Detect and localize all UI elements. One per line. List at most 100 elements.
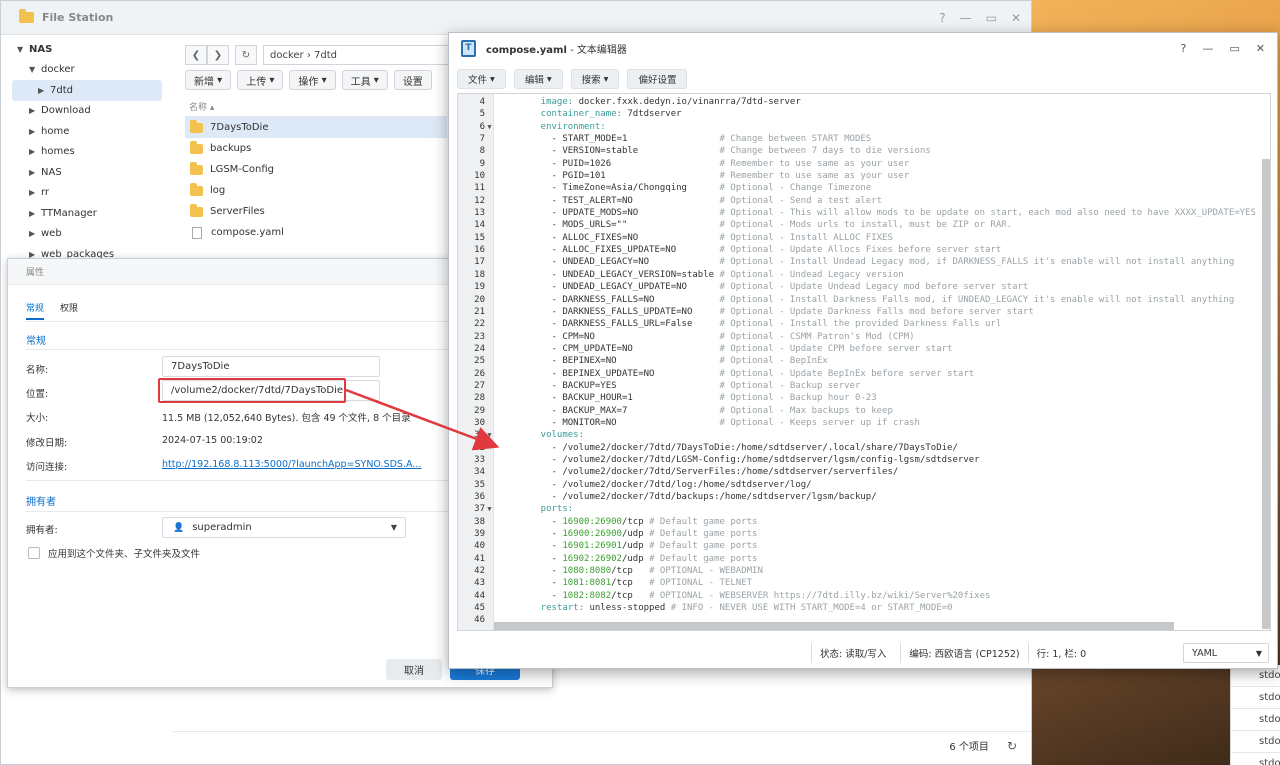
code-line[interactable]: 20 - DARKNESS_FALLS=NO # Optional - Inst… bbox=[458, 294, 1270, 306]
code-editor[interactable]: 4 image: docker.fxxk.dedyn.io/vinanrra/7… bbox=[457, 93, 1271, 631]
sidebar-item-docker[interactable]: ▼ docker bbox=[1, 60, 173, 81]
fold-arrow-icon[interactable]: ▼ bbox=[485, 429, 494, 441]
refresh-button[interactable]: ↻ bbox=[235, 45, 257, 65]
sidebar-item-nas[interactable]: ▼ NAS bbox=[1, 39, 173, 60]
code-line[interactable]: 39 - 16900:26900/udp # Default game port… bbox=[458, 528, 1270, 540]
code-line[interactable]: 8 - VERSION=stable # Change between 7 da… bbox=[458, 145, 1270, 157]
code-line[interactable]: 32 - /volume2/docker/7dtd/7DaysToDie:/ho… bbox=[458, 442, 1270, 454]
code-line[interactable]: 5 container_name: 7dtdserver bbox=[458, 108, 1270, 120]
minimize-icon[interactable]: — bbox=[960, 11, 972, 25]
collapsed-arrow-icon[interactable]: ▶ bbox=[29, 209, 41, 218]
code-line[interactable]: 26 - BEPINEX_UPDATE=NO # Optional - Upda… bbox=[458, 368, 1270, 380]
code-line[interactable]: 38 - 16900:26900/tcp # Default game port… bbox=[458, 516, 1270, 528]
apply-recursive-option[interactable]: 应用到这个文件夹、子文件夹及文件 bbox=[28, 546, 200, 560]
help-icon[interactable]: ? bbox=[939, 11, 945, 25]
refresh-icon[interactable]: ↻ bbox=[1007, 739, 1017, 753]
code-line[interactable]: 45 restart: unless-stopped # INFO - NEVE… bbox=[458, 602, 1270, 614]
code-line[interactable]: 43 - 1081:8081/tcp # OPTIONAL - TELNET bbox=[458, 577, 1270, 589]
close-icon[interactable]: ✕ bbox=[1256, 42, 1265, 55]
code-line[interactable]: 44 - 1082:8082/tcp # OPTIONAL - WEBSERVE… bbox=[458, 590, 1270, 602]
code-line[interactable]: 4 image: docker.fxxk.dedyn.io/vinanrra/7… bbox=[458, 96, 1270, 108]
collapsed-arrow-icon[interactable]: ▶ bbox=[29, 127, 41, 136]
fold-arrow-icon[interactable]: ▼ bbox=[485, 503, 494, 515]
sidebar-item-web[interactable]: ▶ web bbox=[1, 224, 173, 245]
code-line[interactable]: 23 - CPM=NO # Optional - CSMM Patron's M… bbox=[458, 331, 1270, 343]
list-item[interactable]: 7DaysToDie bbox=[185, 117, 447, 138]
collapsed-arrow-icon[interactable]: ▶ bbox=[29, 106, 41, 115]
sidebar-item-homes[interactable]: ▶ homes bbox=[1, 142, 173, 163]
code-line[interactable]: 28 - BACKUP_HOUR=1 # Optional - Backup h… bbox=[458, 392, 1270, 404]
horizontal-scrollbar[interactable] bbox=[494, 622, 1174, 630]
code-line[interactable]: 42 - 1080:8080/tcp # OPTIONAL - WEBADMIN bbox=[458, 565, 1270, 577]
sidebar-item-ttmanager[interactable]: ▶ TTManager bbox=[1, 203, 173, 224]
close-icon[interactable]: ✕ bbox=[1011, 11, 1021, 25]
upload-button[interactable]: 上传 ▾ bbox=[237, 70, 284, 90]
menu-edit[interactable]: 编辑 ▾ bbox=[513, 69, 563, 89]
tab-permissions[interactable]: 权限 bbox=[60, 301, 78, 320]
sidebar-item-rr[interactable]: ▶ rr bbox=[1, 183, 173, 204]
code-line[interactable]: 37 ▼ ports: bbox=[458, 503, 1270, 515]
code-line[interactable]: 13 - UPDATE_MODS=NO # Optional - This wi… bbox=[458, 207, 1270, 219]
code-line[interactable]: 41 - 16902:26902/udp # Default game port… bbox=[458, 553, 1270, 565]
maximize-icon[interactable]: ▭ bbox=[1229, 42, 1239, 55]
code-line[interactable]: 30 - MONITOR=NO # Optional - Keeps serve… bbox=[458, 417, 1270, 429]
code-line[interactable]: 36 - /volume2/docker/7dtd/backups:/home/… bbox=[458, 491, 1270, 503]
list-item[interactable]: backups bbox=[185, 138, 447, 159]
fold-arrow-icon[interactable]: ▼ bbox=[485, 121, 494, 133]
new-button[interactable]: 新增 ▾ bbox=[185, 70, 232, 90]
back-button[interactable]: ❮ bbox=[185, 45, 207, 65]
code-line[interactable]: 7 - START_MODE=1 # Change between START … bbox=[458, 133, 1270, 145]
menu-search[interactable]: 搜索 ▾ bbox=[570, 69, 620, 89]
collapsed-arrow-icon[interactable]: ▶ bbox=[29, 147, 41, 156]
action-button[interactable]: 操作 ▾ bbox=[289, 70, 336, 90]
forward-button[interactable]: ❯ bbox=[207, 45, 229, 65]
code-content[interactable]: 4 image: docker.fxxk.dedyn.io/vinanrra/7… bbox=[458, 96, 1270, 627]
name-input[interactable]: 7DaysToDie bbox=[162, 356, 380, 377]
list-item[interactable]: ServerFiles bbox=[185, 201, 447, 222]
access-link[interactable]: http://192.168.8.113:5000/?launchApp=SYN… bbox=[162, 459, 421, 470]
menu-preferences[interactable]: 偏好设置 bbox=[627, 69, 688, 89]
minimize-icon[interactable]: — bbox=[1202, 42, 1213, 55]
sidebar-item-7dtd[interactable]: ▶ 7dtd bbox=[12, 80, 162, 101]
syntax-select[interactable]: YAML ▼ bbox=[1183, 643, 1269, 663]
code-line[interactable]: 17 - UNDEAD_LEGACY=NO # Optional - Insta… bbox=[458, 256, 1270, 268]
code-line[interactable]: 9 - PUID=1026 # Remember to use same as … bbox=[458, 158, 1270, 170]
collapsed-arrow-icon[interactable]: ▶ bbox=[29, 188, 41, 197]
list-item[interactable]: compose.yaml bbox=[185, 222, 447, 243]
code-line[interactable]: 6 ▼ environment: bbox=[458, 121, 1270, 133]
collapsed-arrow-icon[interactable]: ▶ bbox=[29, 168, 41, 177]
code-line[interactable]: 40 - 16901:26901/udp # Default game port… bbox=[458, 540, 1270, 552]
breadcrumb[interactable]: docker › 7dtd bbox=[263, 45, 463, 65]
owner-select[interactable]: 👤 superadmin ▼ bbox=[162, 517, 406, 538]
sidebar-item-nas[interactable]: ▶ NAS bbox=[1, 162, 173, 183]
code-line[interactable]: 18 - UNDEAD_LEGACY_VERSION=stable # Opti… bbox=[458, 269, 1270, 281]
code-line[interactable]: 35 - /volume2/docker/7dtd/log:/home/sdtd… bbox=[458, 479, 1270, 491]
expanded-arrow-icon[interactable]: ▼ bbox=[17, 45, 29, 54]
code-line[interactable]: 27 - BACKUP=YES # Optional - Backup serv… bbox=[458, 380, 1270, 392]
vertical-scrollbar[interactable] bbox=[1262, 159, 1270, 629]
list-item[interactable]: log bbox=[185, 180, 447, 201]
apply-checkbox[interactable] bbox=[28, 547, 40, 559]
column-header-name[interactable]: 名称 ▴ bbox=[185, 97, 447, 117]
code-line[interactable]: 34 - /volume2/docker/7dtd/ServerFiles:/h… bbox=[458, 466, 1270, 478]
expanded-arrow-icon[interactable]: ▼ bbox=[29, 65, 41, 74]
list-item[interactable]: LGSM-Config bbox=[185, 159, 447, 180]
code-line[interactable]: 21 - DARKNESS_FALLS_UPDATE=NO # Optional… bbox=[458, 306, 1270, 318]
code-line[interactable]: 15 - ALLOC_FIXES=NO # Optional - Install… bbox=[458, 232, 1270, 244]
collapsed-arrow-icon[interactable]: ▶ bbox=[38, 86, 50, 95]
code-line[interactable]: 29 - BACKUP_MAX=7 # Optional - Max backu… bbox=[458, 405, 1270, 417]
code-line[interactable]: 25 - BEPINEX=NO # Optional - BepInEx bbox=[458, 355, 1270, 367]
tab-general[interactable]: 常规 bbox=[26, 301, 45, 320]
code-line[interactable]: 11 - TimeZone=Asia/Chongqing # Optional … bbox=[458, 182, 1270, 194]
code-line[interactable]: 24 - CPM_UPDATE=NO # Optional - Update C… bbox=[458, 343, 1270, 355]
sidebar-item-download[interactable]: ▶ Download bbox=[1, 101, 173, 122]
settings-button[interactable]: 设置 bbox=[393, 70, 432, 90]
menu-file[interactable]: 文件 ▾ bbox=[457, 69, 506, 89]
help-icon[interactable]: ? bbox=[1181, 42, 1187, 55]
code-line[interactable]: 19 - UNDEAD_LEGACY_UPDATE=NO # Optional … bbox=[458, 281, 1270, 293]
sidebar-item-home[interactable]: ▶ home bbox=[1, 121, 173, 142]
code-line[interactable]: 33 - /volume2/docker/7dtd/LGSM-Config:/h… bbox=[458, 454, 1270, 466]
code-line[interactable]: 12 - TEST_ALERT=NO # Optional - Send a t… bbox=[458, 195, 1270, 207]
code-line[interactable]: 22 - DARKNESS_FALLS_URL=False # Optional… bbox=[458, 318, 1270, 330]
code-line[interactable]: 14 - MODS_URLS="" # Optional - Mods urls… bbox=[458, 219, 1270, 231]
